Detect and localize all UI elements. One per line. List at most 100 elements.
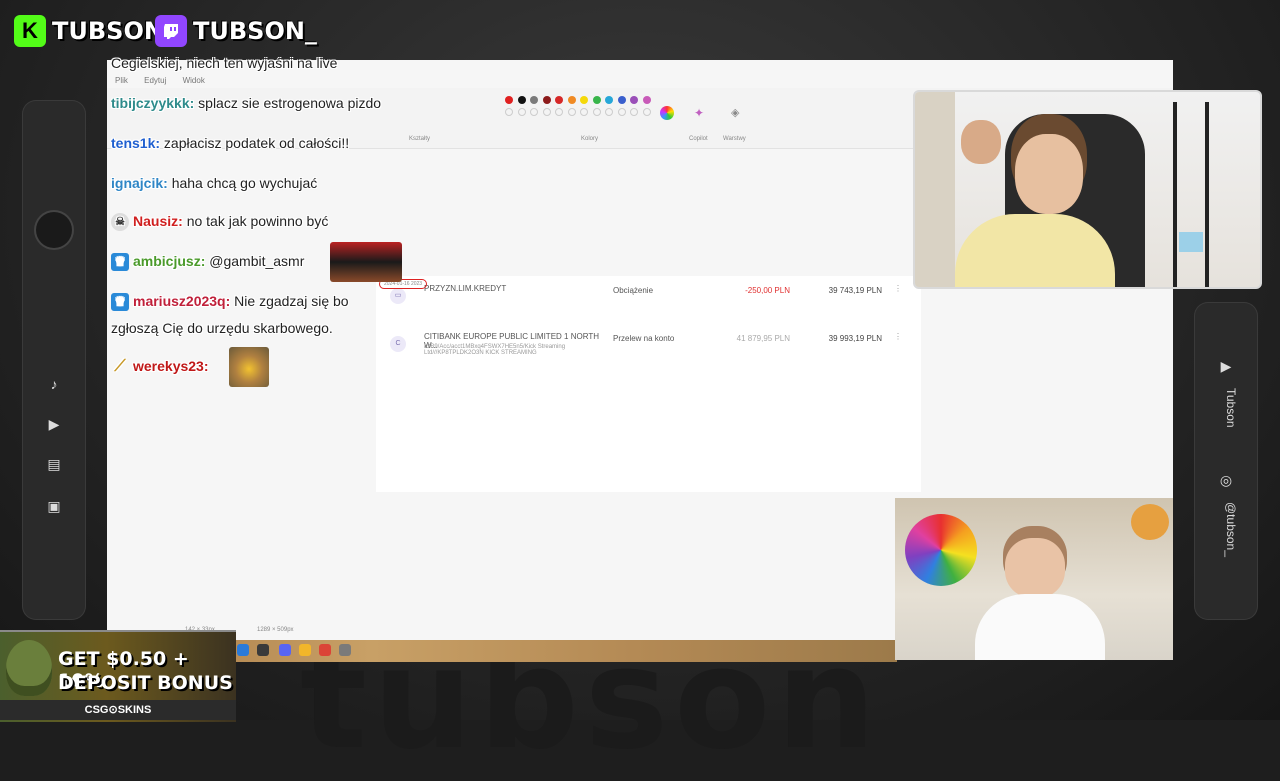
chat-username: werekys23:	[133, 358, 209, 374]
color-swatch[interactable]	[530, 96, 538, 104]
color-swatch[interactable]	[617, 96, 626, 104]
transaction-amount: -250,00 PLN	[745, 286, 790, 295]
empty-color-swatch[interactable]	[555, 108, 563, 116]
crown-badge-icon: ♛	[111, 293, 129, 312]
color-swatch[interactable]	[555, 96, 563, 104]
taskbar-app-icon[interactable]	[339, 644, 351, 656]
empty-color-swatch[interactable]	[605, 108, 613, 116]
more-options-icon: ⋮	[894, 284, 902, 293]
transaction-name: PRZYZN.LIM.KREDYT	[424, 284, 507, 293]
emote-image	[229, 347, 269, 387]
chat-message: ⟋ werekys23:	[111, 358, 209, 376]
group-shapes-label: Kształty	[409, 136, 431, 142]
transaction-amount: 41 879,95 PLN	[736, 334, 790, 343]
layers-icon[interactable]: ◈	[731, 106, 739, 119]
shelf-frame	[1205, 102, 1209, 287]
transaction-balance: 39 993,19 PLN	[828, 334, 882, 343]
group-layers-label: Warstwy	[723, 136, 746, 142]
transaction-icon: ▭	[390, 288, 406, 304]
chat-text: haha chcą go wychujać	[171, 175, 318, 191]
twitch-channel-name: TUBSON_	[193, 17, 317, 45]
chat-text: Nie zgadzaj się bo	[234, 293, 349, 309]
taskbar-app-icon[interactable]	[279, 644, 291, 656]
banner-subline: DEPOSIT BONUS	[58, 672, 233, 694]
webcam-top	[913, 90, 1262, 289]
empty-color-swatch[interactable]	[542, 108, 551, 116]
group-colors-label: Kolory	[581, 136, 599, 142]
chat-username: ambicjusz:	[133, 253, 206, 269]
kick-brand: K TUBSON	[14, 12, 164, 50]
color-swatch[interactable]	[630, 96, 638, 104]
chat-text: Cegielskiej, niech ten wyjaśni na live	[111, 55, 338, 71]
transaction-type: Obciążenie	[613, 286, 654, 295]
color-swatch[interactable]	[567, 96, 576, 104]
left-social-panel: ♪ ▶ ▤ ▣	[22, 100, 86, 620]
shelf-frame	[1173, 102, 1177, 287]
kick-channel-name: TUBSON	[52, 17, 164, 45]
chat-message: tibijczyykkk: splacz sie estrogenowa piz…	[111, 95, 381, 111]
taskbar-app-icon[interactable]	[299, 644, 311, 656]
empty-color-swatch[interactable]	[505, 108, 513, 116]
twitch-brand: TUBSON_	[155, 12, 317, 50]
chat-message: ♛ mariusz2023q: Nie zgadzaj się bo	[111, 293, 349, 312]
empty-color-swatch[interactable]	[630, 108, 638, 116]
color-swatch[interactable]	[542, 96, 551, 104]
more-options-icon: ⋮	[894, 332, 902, 341]
menu-file[interactable]: Plik	[115, 76, 128, 85]
chat-message: Cegielskiej, niech ten wyjaśni na live	[111, 55, 337, 71]
color-palette[interactable]	[505, 96, 655, 116]
paint-canvas[interactable]: ▭ PRZYZN.LIM.KREDYT Obciążenie -250,00 P…	[376, 276, 921, 492]
streamer-tshirt	[975, 594, 1105, 660]
color-swatch[interactable]	[642, 96, 651, 104]
transaction-balance: 39 743,19 PLN	[828, 286, 882, 295]
menu-view[interactable]: Widok	[183, 76, 205, 85]
play-icon: ▶	[48, 416, 60, 432]
image-icon: ▣	[47, 498, 61, 514]
sponsor-banner[interactable]: GET $0.50 + 10% DEPOSIT BONUS CSG⊙SKINS	[0, 630, 236, 722]
kick-icon: K	[14, 15, 46, 47]
skull-badge-icon: ☠	[111, 213, 129, 232]
emote-image	[330, 242, 402, 282]
color-picker-icon[interactable]	[660, 106, 674, 120]
color-swatch[interactable]	[592, 96, 601, 104]
taskbar-app-icon[interactable]	[257, 644, 269, 656]
chat-text: zgłoszą Cię do urzędu skarbowego.	[111, 320, 333, 336]
chat-text: splacz sie estrogenowa pizdo	[198, 95, 382, 111]
transaction-row: ▭ PRZYZN.LIM.KREDYT Obciążenie -250,00 P…	[376, 276, 921, 320]
chat-message: ignajcik: haha chcą go wychujać	[111, 175, 317, 191]
color-swatch[interactable]	[580, 96, 588, 104]
chat-text: zapłacisz podatek od całości!!	[163, 135, 350, 151]
channel-avatar	[36, 212, 72, 248]
empty-color-swatch[interactable]	[517, 108, 526, 116]
menu-edit[interactable]: Edytuj	[144, 76, 166, 85]
straw-hat	[1131, 504, 1169, 540]
taskbar-app-icon[interactable]	[237, 644, 249, 656]
empty-color-swatch[interactable]	[530, 108, 538, 116]
taskbar-app-icon[interactable]	[319, 644, 331, 656]
color-swatch[interactable]	[505, 96, 513, 104]
chat-username: Nausiz:	[133, 213, 183, 229]
transaction-type: Przelew na konto	[613, 334, 675, 343]
empty-color-swatch[interactable]	[617, 108, 626, 116]
color-swatch[interactable]	[605, 96, 613, 104]
chat-username: mariusz2023q:	[133, 293, 231, 309]
copilot-icon[interactable]: ✦	[694, 106, 704, 120]
transaction-icon: C	[390, 336, 406, 352]
crown-badge-icon: ♛	[111, 253, 129, 272]
empty-color-swatch[interactable]	[580, 108, 588, 116]
right-social-panel: ▶ Tubson ◎ @tubson_	[1194, 302, 1258, 620]
empty-color-swatch[interactable]	[642, 108, 651, 116]
streamer-face	[1015, 134, 1083, 214]
music-icon: ♪	[50, 376, 58, 392]
chat-message: zgłoszą Cię do urzędu skarbowego.	[111, 320, 333, 336]
clapper-icon: ▤	[47, 456, 61, 472]
youtube-label: Tubson	[1224, 388, 1238, 428]
goblin-mascot-icon	[6, 640, 52, 696]
chat-text: no tak jak powinno być	[186, 213, 329, 229]
sponsor-brand: CSG⊙SKINS	[0, 700, 236, 720]
empty-color-swatch[interactable]	[592, 108, 601, 116]
youtube-icon: ▶	[1220, 358, 1232, 374]
color-swatch[interactable]	[517, 96, 526, 104]
instagram-icon: ◎	[1219, 472, 1233, 488]
empty-color-swatch[interactable]	[567, 108, 576, 116]
